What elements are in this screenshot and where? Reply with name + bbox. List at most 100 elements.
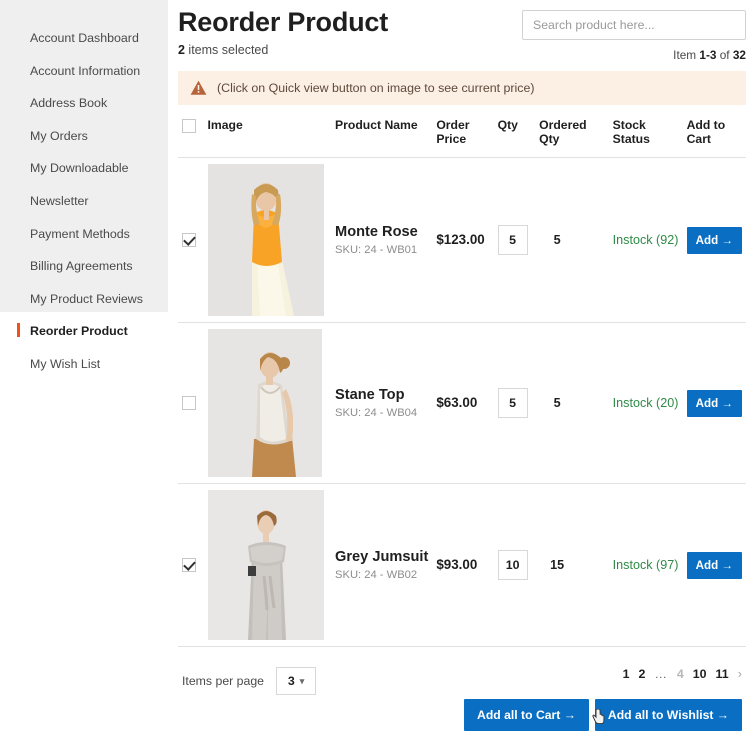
- stock-status: Instock (92): [612, 233, 679, 247]
- product-name[interactable]: Monte Rose: [335, 224, 428, 241]
- reorder-product-page: Account Dashboard Account Information Ad…: [0, 0, 754, 731]
- sidebar-item-label: Address Book: [30, 96, 108, 111]
- pagination-next-icon[interactable]: ›: [738, 666, 742, 681]
- row-ordered-qty-cell: 5: [535, 157, 609, 323]
- pagination-page-1[interactable]: 1: [623, 667, 630, 681]
- qty-input[interactable]: [497, 550, 528, 580]
- ordered-qty: 5: [553, 233, 561, 247]
- row-stock-cell: Instock (92): [608, 157, 683, 323]
- sidebar-item-my-wish-list[interactable]: My Wish List: [0, 348, 168, 381]
- th-order-price: Order Price: [432, 114, 494, 158]
- sidebar-item-my-orders[interactable]: My Orders: [0, 120, 168, 153]
- items-per-page-label: Items per page: [182, 674, 265, 688]
- sidebar-item-label: My Product Reviews: [30, 291, 143, 306]
- row-add-cell: Add →: [682, 483, 746, 647]
- sidebar-item-label: Billing Agreements: [30, 259, 133, 274]
- th-stock-status: Stock Status: [608, 114, 683, 158]
- sidebar-item-address-book[interactable]: Address Book: [0, 87, 168, 120]
- sidebar-item-reorder-product[interactable]: Reorder Product: [0, 315, 168, 348]
- row-add-cell: Add →: [682, 157, 746, 323]
- select-all-checkbox[interactable]: [182, 118, 196, 133]
- sidebar-item-payment-methods[interactable]: Payment Methods: [0, 218, 168, 251]
- sidebar-item-billing-agreements[interactable]: Billing Agreements: [0, 250, 168, 283]
- th-stock-status-line2: Status: [612, 132, 650, 146]
- reorder-products-table: Image Product Name Order Price Qty Order…: [178, 114, 746, 647]
- add-all-to-wishlist-button[interactable]: Add all to Wishlist →: [594, 699, 742, 731]
- add-to-cart-button[interactable]: Add →: [686, 226, 742, 254]
- table-footer: Items per page 3 ▾ 1 2 … 4 10 11 › Add a…: [178, 661, 746, 741]
- row-name-cell: Monte Rose SKU: 24 - WB01: [331, 157, 433, 323]
- sidebar-item-account-information[interactable]: Account Information: [0, 55, 168, 88]
- row-price-cell: $63.00: [432, 322, 494, 484]
- table-row: Monte Rose SKU: 24 - WB01 $123.00 5 Inst…: [178, 157, 746, 323]
- page-header: Reorder Product 2 items selected Item 1-…: [178, 6, 746, 62]
- add-all-to-cart-button[interactable]: Add all to Cart →: [464, 699, 589, 731]
- selected-suffix: items selected: [184, 42, 269, 57]
- qty-input[interactable]: [497, 225, 528, 255]
- sidebar-item-label: Payment Methods: [30, 226, 130, 241]
- price-notice-banner: (Click on Quick view button on image to …: [178, 71, 746, 105]
- product-name[interactable]: Grey Jumsuit: [335, 549, 428, 566]
- product-image[interactable]: [207, 490, 324, 640]
- page-header-right: Item 1-3 of 32: [522, 6, 746, 62]
- sidebar-item-my-product-reviews[interactable]: My Product Reviews: [0, 283, 168, 316]
- warning-triangle-icon: [190, 80, 207, 96]
- product-sku: SKU: 24 - WB01: [335, 243, 418, 256]
- add-to-cart-button[interactable]: Add →: [686, 389, 742, 417]
- row-ordered-qty-cell: 5: [535, 322, 609, 484]
- table-row: Grey Jumsuit SKU: 24 - WB02 $93.00 15 In…: [178, 483, 746, 647]
- pagination-page-10[interactable]: 10: [693, 667, 707, 681]
- order-price: $123.00: [436, 232, 485, 247]
- product-image[interactable]: [207, 329, 322, 477]
- order-price: $63.00: [436, 395, 478, 410]
- table-header-row: Image Product Name Order Price Qty Order…: [178, 114, 746, 158]
- row-image-cell: [203, 157, 332, 323]
- items-per-page-select[interactable]: 3 ▾: [276, 667, 317, 695]
- page-header-left: Reorder Product 2 items selected: [178, 6, 388, 57]
- row-image-cell: [203, 483, 332, 647]
- sidebar-item-my-downloadable[interactable]: My Downloadable: [0, 152, 168, 185]
- sidebar-item-label: My Orders: [30, 128, 88, 143]
- order-price: $93.00: [436, 557, 478, 572]
- sidebar-item-label: Reorder Product: [30, 324, 128, 339]
- item-count-middle: of: [716, 48, 733, 62]
- row-stock-cell: Instock (97): [608, 483, 683, 647]
- selected-count: 2: [178, 42, 185, 57]
- pagination-page-2[interactable]: 2: [639, 667, 646, 681]
- item-count: Item 1-3 of 32: [522, 48, 746, 62]
- search-input[interactable]: [522, 10, 746, 40]
- add-to-cart-button[interactable]: Add →: [686, 551, 742, 579]
- th-ordered-qty: Ordered Qty: [535, 114, 609, 158]
- sidebar-item-account-dashboard[interactable]: Account Dashboard: [0, 22, 168, 55]
- ordered-qty: 15: [550, 558, 565, 572]
- product-image[interactable]: [207, 164, 324, 316]
- row-checkbox[interactable]: [182, 395, 196, 410]
- row-checkbox[interactable]: [182, 557, 196, 572]
- pagination-page-4[interactable]: 4: [677, 667, 684, 681]
- row-price-cell: $123.00: [432, 157, 494, 323]
- row-price-cell: $93.00: [432, 483, 494, 647]
- pagination-page-11[interactable]: 11: [716, 667, 729, 681]
- table-head: Image Product Name Order Price Qty Order…: [178, 114, 746, 158]
- row-ordered-qty-cell: 15: [535, 483, 609, 647]
- row-select-cell: [178, 322, 204, 484]
- row-stock-cell: Instock (20): [608, 322, 683, 484]
- account-sidebar: Account Dashboard Account Information Ad…: [0, 0, 168, 371]
- row-name-cell: Grey Jumsuit SKU: 24 - WB02: [331, 483, 433, 647]
- row-qty-cell: [493, 483, 536, 647]
- page-title: Reorder Product: [178, 7, 389, 37]
- th-add-to-cart: Add to Cart: [682, 114, 746, 158]
- item-count-prefix: Item: [673, 48, 700, 62]
- product-sku: SKU: 24 - WB04: [335, 406, 418, 419]
- sidebar-item-label: Account Information: [30, 63, 141, 78]
- item-count-total: 32: [732, 48, 746, 62]
- sidebar-item-label: Account Dashboard: [30, 31, 139, 45]
- pagination-ellipsis: …: [654, 666, 668, 681]
- sidebar-item-newsletter[interactable]: Newsletter: [0, 185, 168, 218]
- qty-input[interactable]: [497, 388, 528, 418]
- row-checkbox[interactable]: [182, 232, 196, 247]
- th-add-to-cart-line1: Add to: [686, 118, 726, 132]
- product-name[interactable]: Stane Top: [335, 387, 428, 404]
- row-select-cell: [178, 157, 204, 323]
- row-name-cell: Stane Top SKU: 24 - WB04: [331, 322, 433, 484]
